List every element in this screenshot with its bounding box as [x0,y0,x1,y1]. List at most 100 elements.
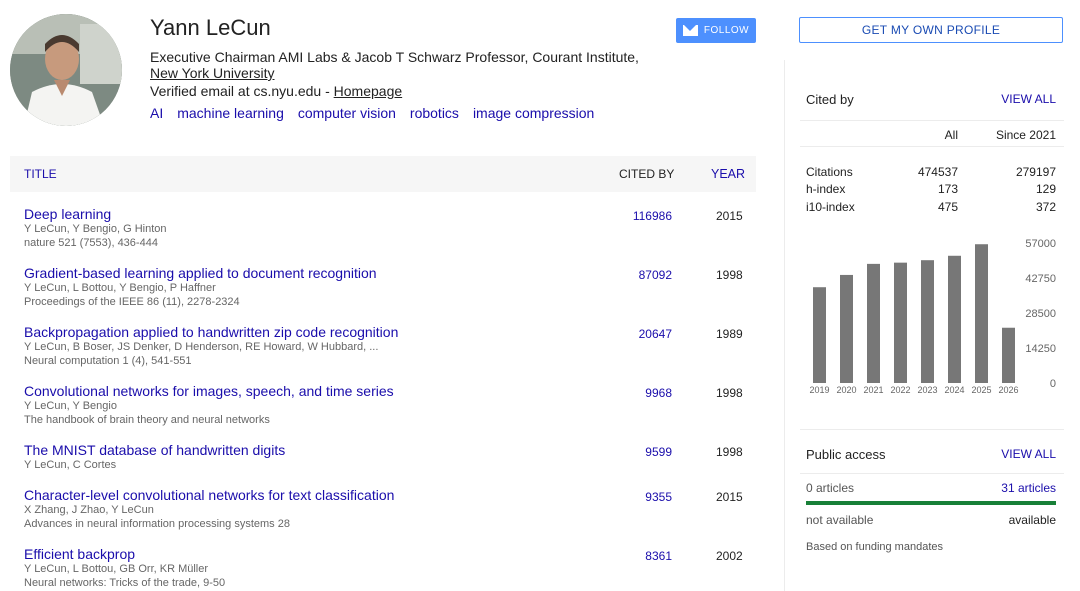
article-cited-by[interactable]: 9355 [645,490,672,504]
article-year: 2015 [716,209,743,223]
table-row: Deep learning Y LeCun, Y Bengio, G Hinto… [10,199,756,258]
chart-bar[interactable] [921,260,934,383]
chart-bar[interactable] [867,263,880,383]
pa-funding-note: Based on funding mandates [806,541,943,553]
article-year: 1998 [716,386,743,400]
article-venue: The handbook of brain theory and neural … [24,414,270,426]
article-title[interactable]: Efficient backprop [24,546,135,562]
profile-affiliation: Executive Chairman AMI Labs & Jacob T Sc… [150,49,670,81]
column-cited-by[interactable]: CITED BY [619,167,674,181]
article-venue: Neural networks: Tricks of the trade, 9-… [24,577,226,589]
chart-bar[interactable] [1002,327,1015,383]
chart-y-tick: 57000 [1025,238,1056,250]
interest-link[interactable]: image compression [473,105,594,121]
metric-since: 279197 [1015,164,1056,179]
metric-label: i10-index [806,199,855,214]
chart-y-tick: 0 [1050,378,1056,390]
article-title[interactable]: Gradient-based learning applied to docum… [24,265,377,281]
column-title[interactable]: TITLE [24,167,57,181]
table-row: Character-level convolutional networks f… [10,480,756,539]
metrics-row: i10-index 475 372 [806,198,1056,216]
articles-table-header: TITLE CITED BY YEAR [10,156,756,192]
article-authors: Y LeCun, L Bottou, GB Orr, KR Müller [24,563,209,575]
public-access-view-all[interactable]: VIEW ALL [1001,447,1056,462]
article-title[interactable]: Backpropagation applied to handwritten z… [24,324,398,340]
divider [800,120,1064,121]
table-row: The MNIST database of handwritten digits… [10,435,756,480]
chart-bar[interactable] [975,244,988,383]
article-title[interactable]: The MNIST database of handwritten digits [24,442,285,458]
article-authors: Y LeCun, Y Bengio [24,400,117,412]
interest-link[interactable]: robotics [410,105,459,121]
pa-available-count[interactable]: 31 articles [1001,481,1056,495]
homepage-link[interactable]: Homepage [334,83,403,99]
follow-button-label: FOLLOW [703,25,750,36]
article-cited-by[interactable]: 9599 [645,445,672,459]
article-title[interactable]: Convolutional networks for images, speec… [24,383,394,399]
article-cited-by[interactable]: 8361 [645,549,672,563]
articles-list: Deep learning Y LeCun, Y Bengio, G Hinto… [10,199,756,591]
chart-x-tick: 2023 [917,385,937,395]
article-venue: Neural computation 1 (4), 541-551 [24,355,192,367]
email-text: Verified email at cs.nyu.edu - [150,83,334,99]
article-cited-by[interactable]: 116986 [633,209,672,223]
table-row: Convolutional networks for images, speec… [10,376,756,435]
article-year: 1998 [716,268,743,282]
interest-link[interactable]: AI [150,105,163,121]
interest-link[interactable]: computer vision [298,105,396,121]
chart-bar[interactable] [894,262,907,383]
public-access-counts: 0 articles 31 articles [806,481,1056,495]
pa-not-available-label: not available [806,513,874,527]
article-cited-by[interactable]: 20647 [639,327,672,341]
affiliation-text: Executive Chairman AMI Labs & Jacob T Sc… [150,49,639,65]
metric-all: 474537 [917,164,958,179]
citation-metrics-table: All Since 2021 Citations 474537 279197 h… [806,126,1056,216]
divider [800,473,1064,474]
article-year: 2015 [716,490,743,504]
article-cited-by[interactable]: 87092 [639,268,672,282]
affiliation-link[interactable]: New York University [150,65,275,81]
metric-since: 372 [1035,199,1056,214]
profile-avatar [10,14,122,126]
article-venue: Advances in neural information processin… [24,518,290,530]
public-access-progress-bar [806,501,1056,505]
pa-not-available-count[interactable]: 0 articles [806,481,854,495]
chart-x-tick: 2026 [998,385,1018,395]
divider [800,429,1064,430]
table-row: Backpropagation applied to handwritten z… [10,317,756,376]
metric-all: 475 [937,199,958,214]
metrics-col-since: Since 2021 [995,128,1056,142]
public-access-header: Public access VIEW ALL [806,447,1056,462]
metric-all: 173 [937,182,958,197]
metrics-row: Citations 474537 279197 [806,163,1056,181]
public-access-status: not available available [806,513,1056,527]
article-cited-by[interactable]: 9968 [645,386,672,400]
article-authors: Y LeCun, B Boser, JS Denker, D Henderson… [24,341,379,353]
interest-link[interactable]: machine learning [177,105,284,121]
cited-by-view-all[interactable]: VIEW ALL [1001,92,1056,107]
metric-label: h-index [806,182,846,197]
column-year[interactable]: YEAR [711,167,745,181]
metric-label: Citations [806,164,853,179]
article-authors: X Zhang, J Zhao, Y LeCun [24,504,154,516]
chart-x-tick: 2025 [971,385,991,395]
chart-x-tick: 2020 [836,385,856,395]
article-venue: Proceedings of the IEEE 86 (11), 2278-23… [24,296,240,308]
metrics-row: h-index 173 129 [806,181,1056,199]
chart-bar[interactable] [840,274,853,383]
article-title[interactable]: Deep learning [24,206,111,222]
article-year: 2002 [716,549,743,563]
metric-since: 129 [1035,182,1056,197]
table-row: Gradient-based learning applied to docum… [10,258,756,317]
metrics-header-row: All Since 2021 [806,126,1056,144]
article-title[interactable]: Character-level convolutional networks f… [24,487,394,503]
chart-x-tick: 2019 [809,385,829,395]
chart-bar[interactable] [813,287,826,383]
research-interests: AI machine learning computer vision robo… [150,105,594,121]
follow-button[interactable]: FOLLOW [676,18,756,43]
cited-by-header: Cited by VIEW ALL [806,92,1056,107]
chart-bar[interactable] [948,255,961,383]
get-own-profile-button[interactable]: GET MY OWN PROFILE [799,17,1063,43]
article-year: 1989 [716,327,743,341]
article-venue: nature 521 (7553), 436-444 [24,237,158,249]
